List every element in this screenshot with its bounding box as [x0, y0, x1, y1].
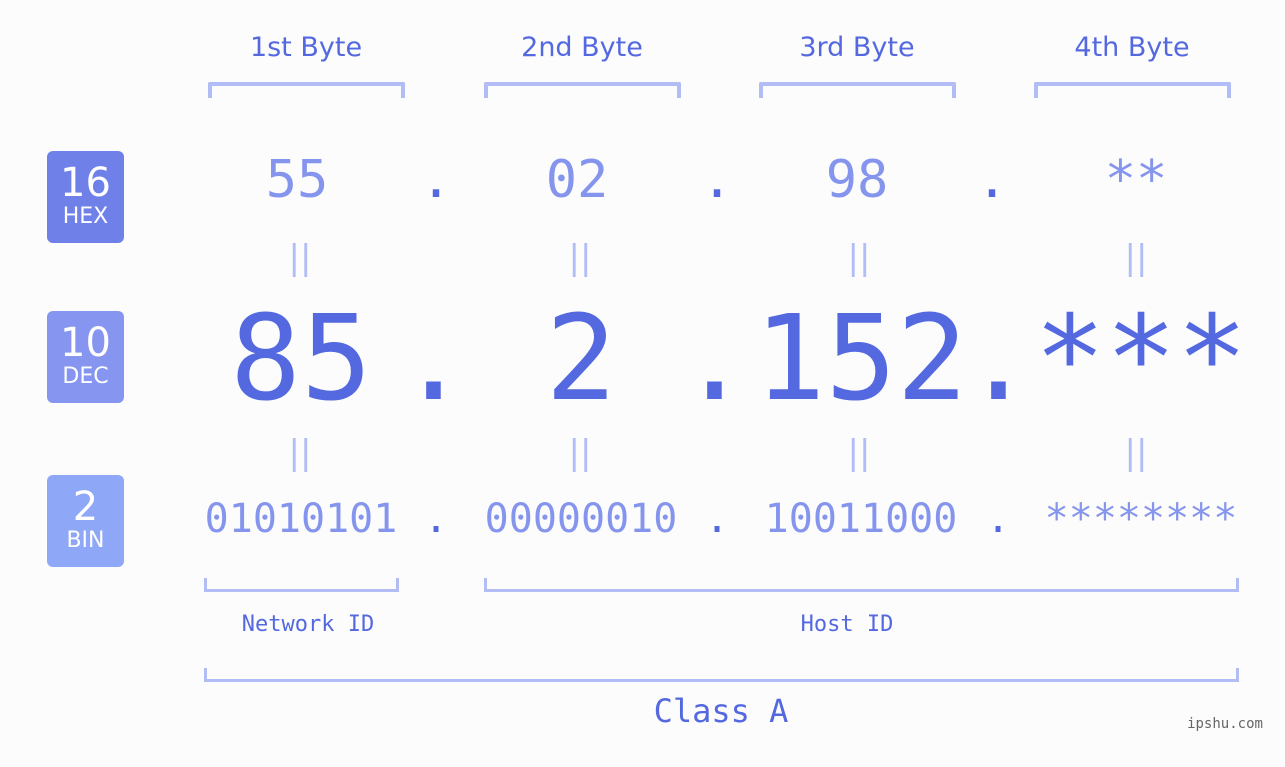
equals-sign: ||	[1124, 433, 1148, 473]
class-label: Class A	[653, 692, 789, 730]
bracket-byte-1	[208, 82, 405, 98]
bin-dot: .	[423, 496, 449, 542]
header-byte-3: 3rd Byte	[799, 32, 915, 63]
dec-dot: .	[398, 289, 470, 427]
dec-byte-2: 2	[545, 289, 617, 427]
hex-dot: .	[701, 150, 733, 210]
header-byte-2: 2nd Byte	[521, 32, 643, 63]
bin-byte-1: 01010101	[204, 496, 398, 542]
hex-badge: 16 HEX	[47, 151, 124, 243]
bin-badge-number: 2	[72, 484, 99, 530]
dec-dot: .	[679, 289, 751, 427]
dec-badge-label: DEC	[62, 364, 109, 389]
bin-byte-4: ********	[1044, 496, 1238, 542]
host-id-bracket	[484, 578, 1239, 592]
network-id-label: Network ID	[241, 612, 375, 637]
bracket-byte-3	[759, 82, 956, 98]
bracket-byte-4	[1034, 82, 1231, 98]
dec-badge: 10 DEC	[47, 311, 124, 403]
header-byte-1: 1st Byte	[249, 32, 363, 63]
hex-dot: .	[976, 150, 1008, 210]
host-id-label: Host ID	[800, 612, 894, 637]
hex-byte-2: 02	[545, 150, 609, 210]
header-byte-4: 4th Byte	[1074, 32, 1190, 63]
hex-byte-1: 55	[265, 150, 329, 210]
equals-sign: ||	[1124, 238, 1148, 278]
bin-badge-label: BIN	[66, 528, 105, 553]
hex-byte-4: **	[1104, 150, 1168, 210]
equals-sign: ||	[288, 433, 312, 473]
bin-dot: .	[704, 496, 730, 542]
hex-dot: .	[420, 150, 452, 210]
equals-sign: ||	[288, 238, 312, 278]
hex-badge-number: 16	[60, 160, 111, 206]
dec-byte-3: 152	[754, 289, 968, 427]
equals-sign: ||	[568, 433, 592, 473]
equals-sign: ||	[847, 238, 871, 278]
hex-byte-3: 98	[825, 150, 889, 210]
bin-badge: 2 BIN	[47, 475, 124, 567]
watermark: ipshu.com	[1187, 716, 1263, 732]
dec-badge-number: 10	[60, 320, 111, 366]
bracket-byte-2	[484, 82, 681, 98]
dec-byte-4: ***	[1034, 289, 1248, 427]
hex-badge-label: HEX	[62, 204, 109, 229]
dec-byte-1: 85	[229, 289, 373, 427]
class-bracket	[204, 668, 1239, 682]
dec-dot: .	[963, 289, 1035, 427]
bin-byte-2: 00000010	[484, 496, 678, 542]
equals-sign: ||	[568, 238, 592, 278]
equals-sign: ||	[847, 433, 871, 473]
bin-dot: .	[985, 496, 1011, 542]
network-id-bracket	[204, 578, 399, 592]
bin-byte-3: 10011000	[764, 496, 958, 542]
